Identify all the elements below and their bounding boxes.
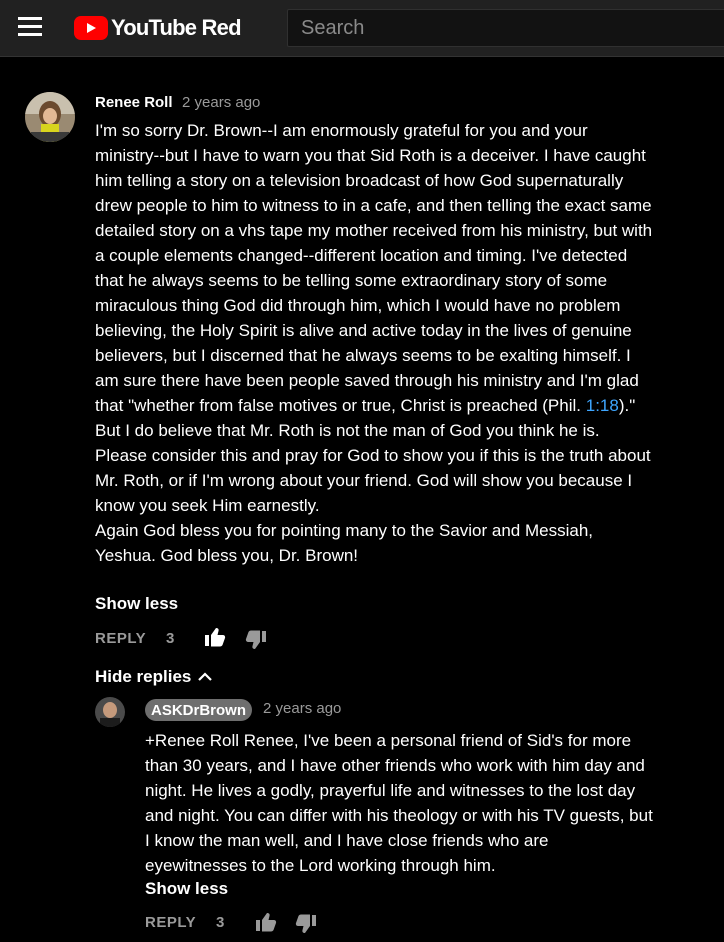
comment-author[interactable]: Renee Roll <box>95 94 173 111</box>
thumbs-up-icon[interactable] <box>204 627 226 652</box>
reply-avatar[interactable] <box>95 697 125 727</box>
show-less-button[interactable]: Show less <box>95 594 178 614</box>
menu-icon[interactable] <box>18 17 42 39</box>
reply-timestamp[interactable]: 2 years ago <box>263 700 341 717</box>
comment-paragraph: Again God bless you for pointing many to… <box>95 521 594 565</box>
youtube-play-icon <box>74 16 108 40</box>
reply-button[interactable]: REPLY <box>95 630 146 647</box>
reply-author-badge[interactable]: ASKDrBrown <box>145 699 253 721</box>
comment-paragraph: I'm so sorry Dr. Brown--I am enormously … <box>95 118 655 518</box>
hide-replies-label: Hide replies <box>95 667 192 686</box>
brand-text: YouTube Red <box>111 15 242 40</box>
reply-thumbs-up-icon[interactable] <box>255 912 277 937</box>
youtube-red-logo[interactable]: YouTube Red <box>74 14 242 42</box>
verse-link[interactable]: 1:18 <box>586 396 619 415</box>
chevron-up-icon <box>198 672 213 681</box>
comment-text: I'm so sorry Dr. Brown--I am enormously … <box>95 118 655 568</box>
thumbs-down-icon[interactable] <box>245 630 267 655</box>
search-input[interactable] <box>287 9 724 47</box>
reply-thumbs-down-icon[interactable] <box>295 914 317 939</box>
avatar[interactable] <box>25 92 75 142</box>
reply-text: +Renee Roll Renee, I've been a personal … <box>145 731 653 875</box>
like-count: 3 <box>166 630 175 647</box>
hide-replies-button[interactable]: Hide replies <box>95 667 213 687</box>
masthead: YouTube Red <box>0 0 724 57</box>
reply-show-less-button[interactable]: Show less <box>145 879 228 899</box>
reply-reply-button[interactable]: REPLY <box>145 914 196 931</box>
comment-timestamp[interactable]: 2 years ago <box>182 94 260 111</box>
comment-text-part: I'm so sorry Dr. Brown--I am enormously … <box>95 121 653 415</box>
reply-like-count: 3 <box>216 914 225 931</box>
